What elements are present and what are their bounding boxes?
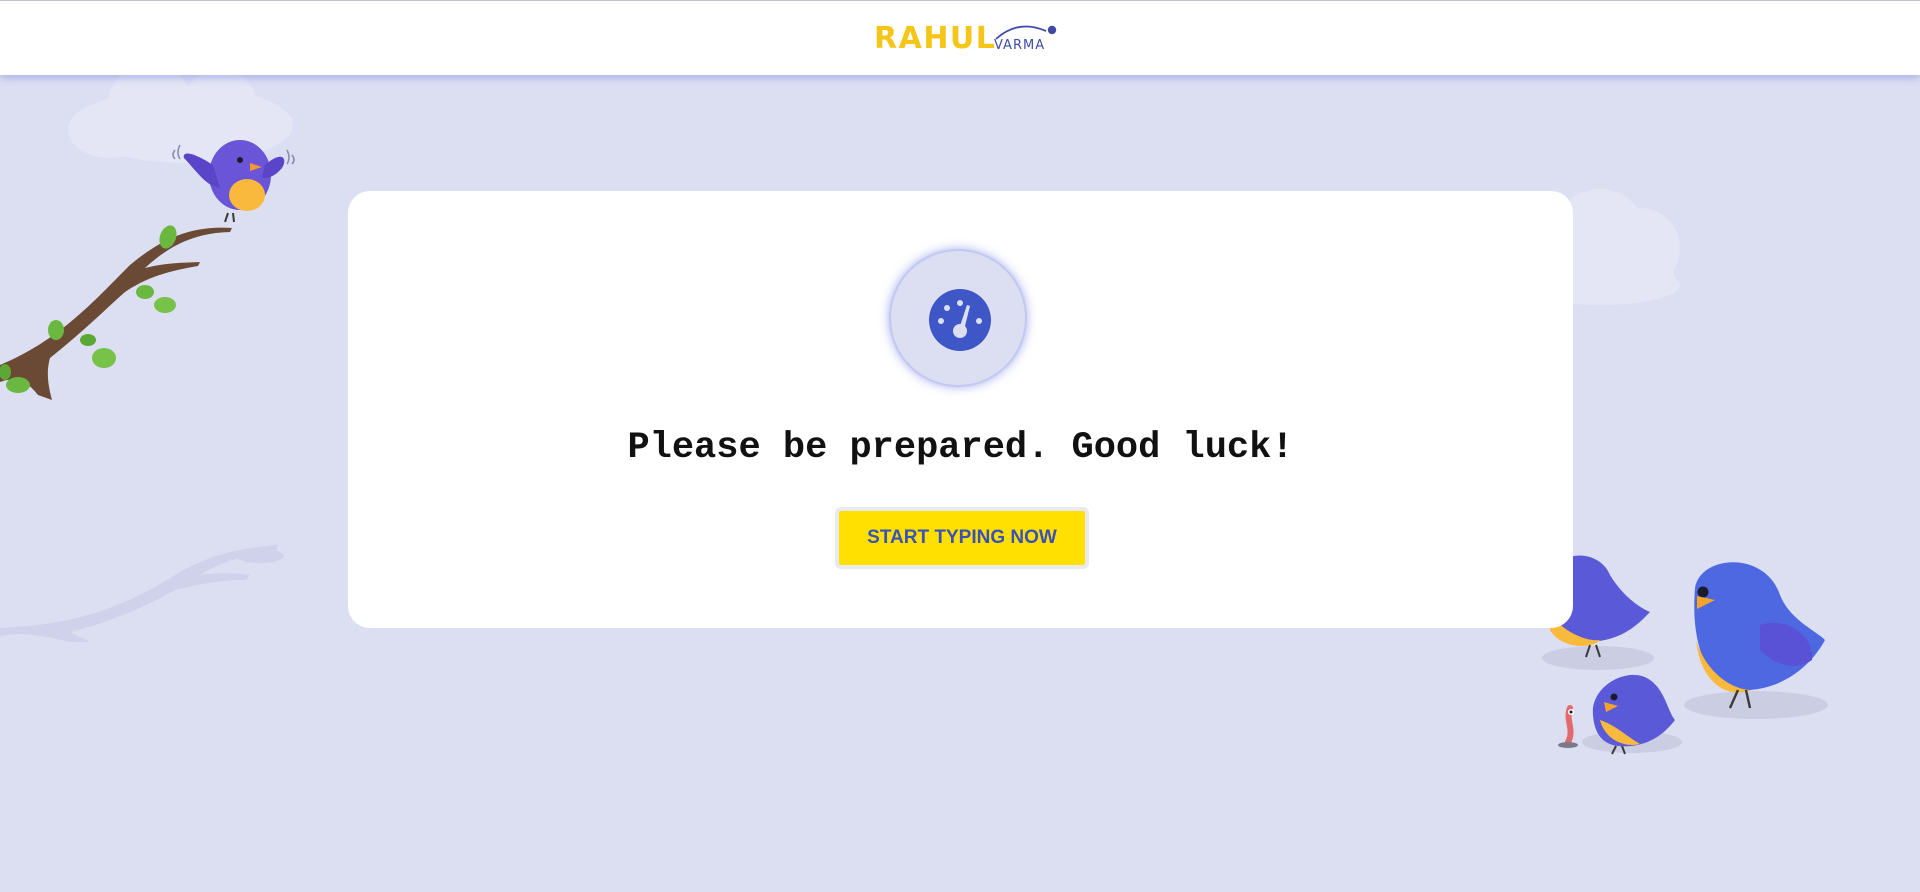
site-header: RAHUL VARMA <box>0 1 1920 75</box>
logo-sub-text: VARMA <box>994 38 1046 53</box>
headline: Please be prepared. Good luck! <box>627 427 1294 469</box>
logo[interactable]: RAHUL VARMA <box>872 19 1062 61</box>
branch-shadow-icon <box>0 545 284 642</box>
start-card: Please be prepared. Good luck! START TYP… <box>348 191 1573 628</box>
logo-main-text: RAHUL <box>874 21 997 56</box>
speedometer-badge <box>889 249 1027 387</box>
tree-branch-icon <box>0 225 232 400</box>
bird-group-icon <box>1542 555 1828 755</box>
start-typing-button[interactable]: START TYPING NOW <box>835 507 1089 569</box>
speedometer-icon <box>929 289 991 351</box>
